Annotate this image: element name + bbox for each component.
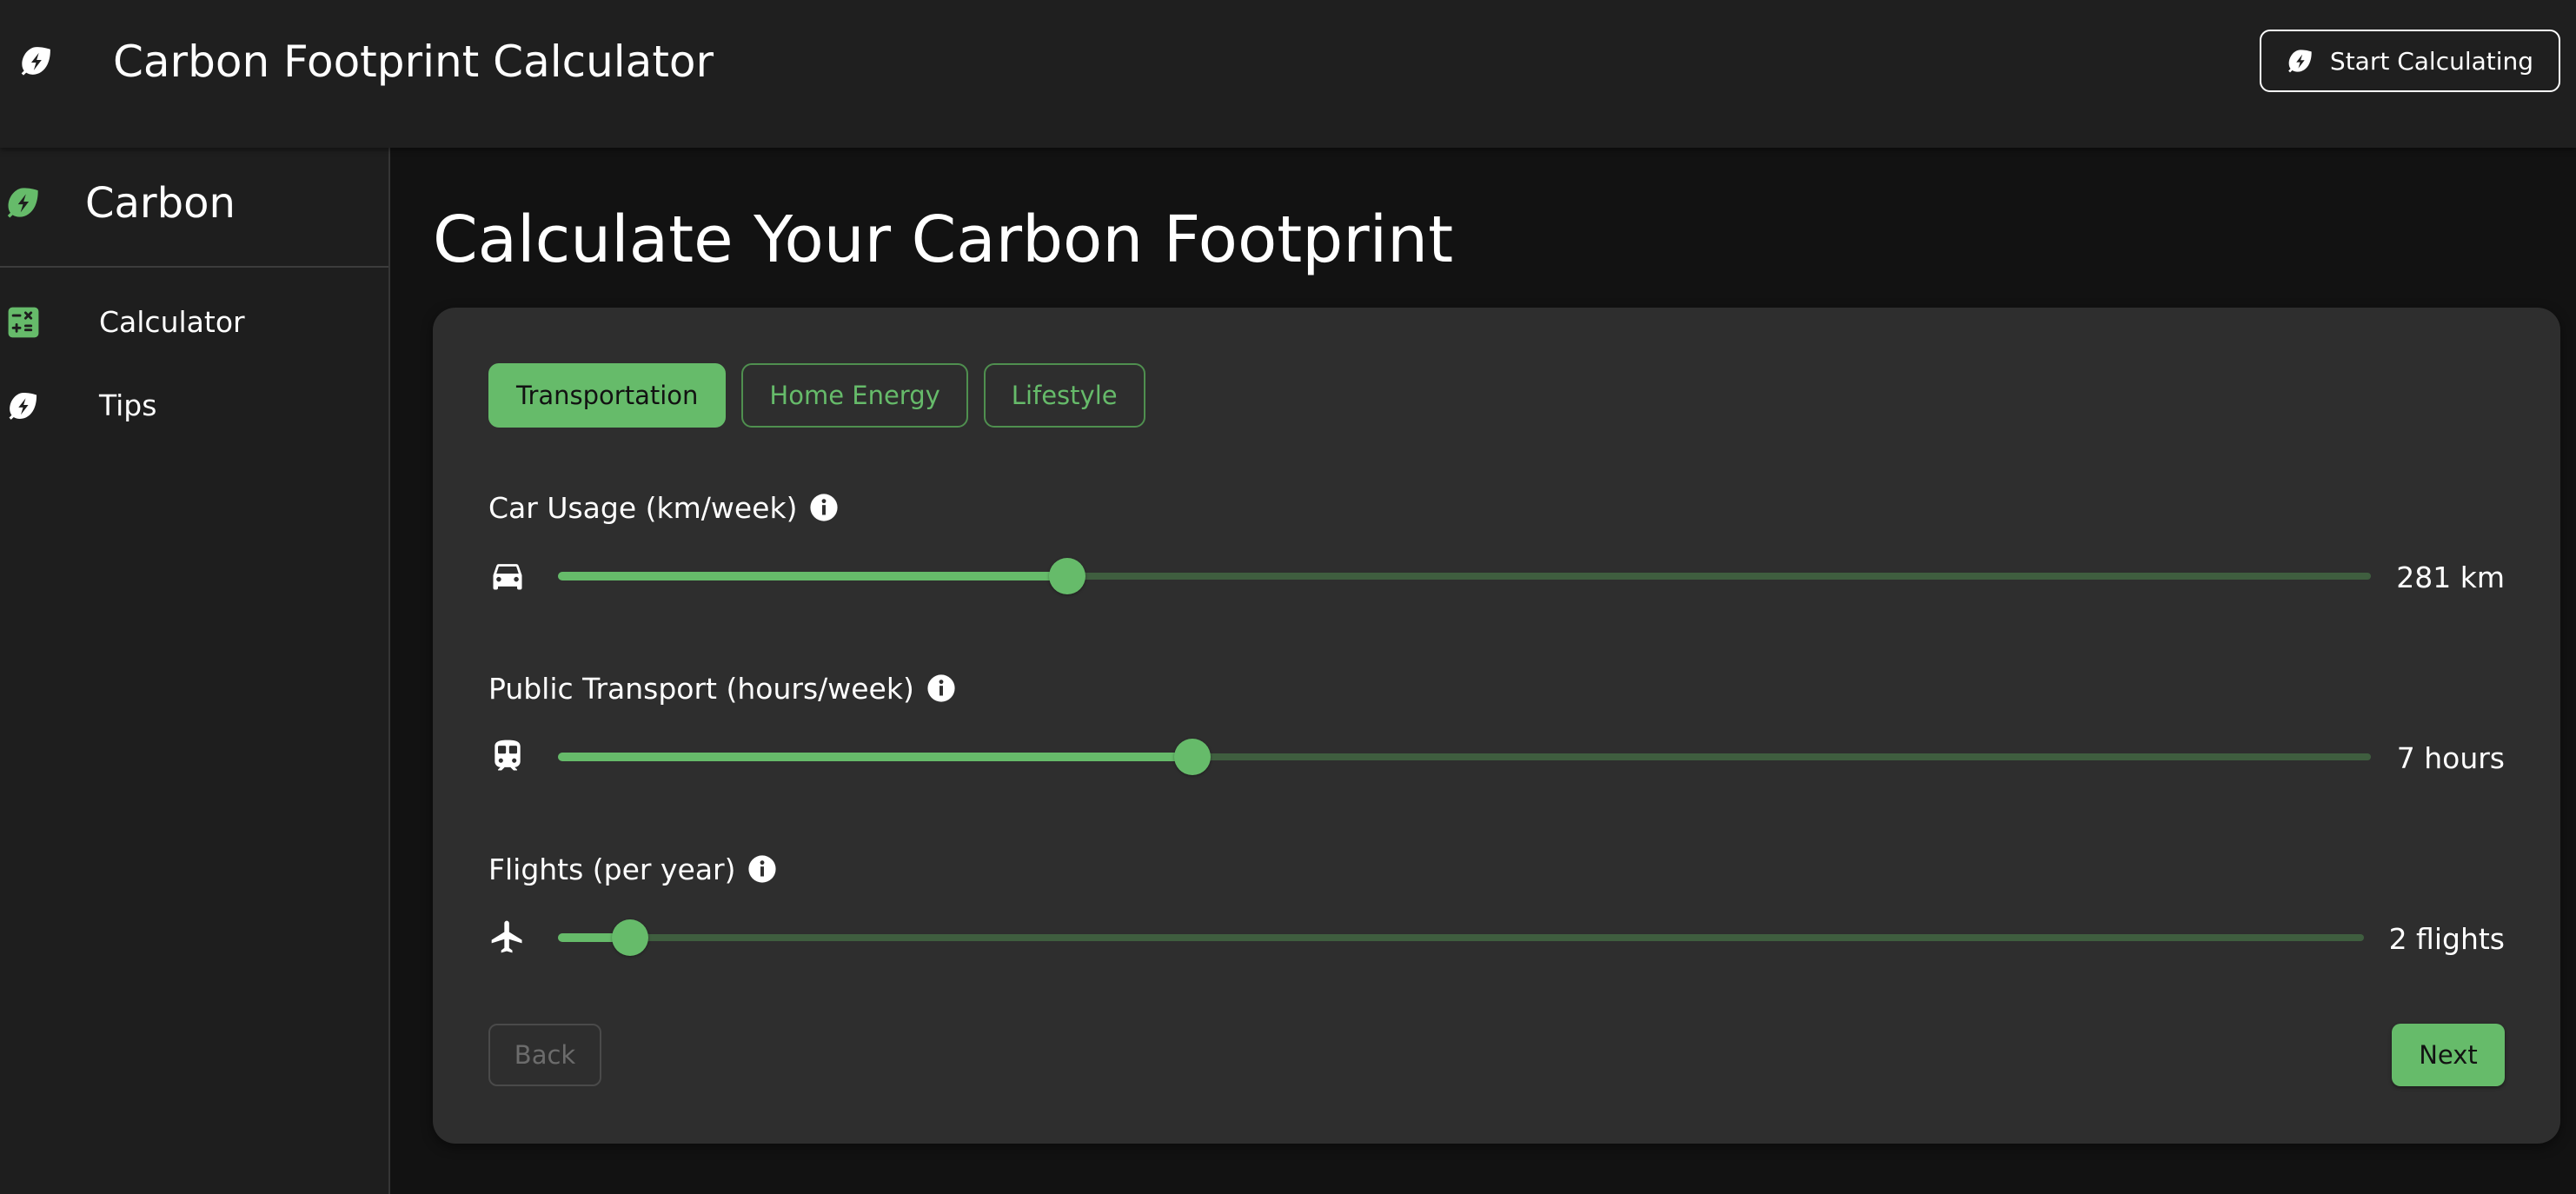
back-button[interactable]: Back — [488, 1024, 601, 1086]
eco-bolt-icon — [7, 389, 40, 422]
app-title: Carbon Footprint Calculator — [113, 36, 714, 87]
flights-label: Flights (per year) — [488, 852, 736, 886]
sidebar-item-label: Calculator — [99, 305, 245, 339]
slider-thumb[interactable] — [612, 919, 649, 956]
public-transport-value: 7 hours — [2396, 741, 2505, 775]
page-title: Calculate Your Carbon Footprint — [433, 202, 1454, 277]
public-transport-field: Public Transport (hours/week) 7 hours — [488, 667, 2505, 789]
car-icon — [488, 556, 527, 594]
calculator-card: Transportation Home Energy Lifestyle Car… — [433, 308, 2560, 1144]
car-usage-label-row: Car Usage (km/week) — [488, 487, 839, 528]
info-icon[interactable] — [809, 493, 839, 522]
sidebar-item-label: Tips — [99, 388, 157, 422]
tab-home-energy[interactable]: Home Energy — [741, 363, 968, 428]
car-usage-slider[interactable] — [558, 558, 2371, 594]
eco-bolt-icon — [5, 184, 42, 221]
flights-field: Flights (per year) 2 flights — [488, 848, 2505, 970]
car-usage-field: Car Usage (km/week) 281 km — [488, 487, 2505, 608]
calculator-icon — [7, 306, 40, 339]
sidebar-item-calculator[interactable]: Calculator — [0, 289, 388, 358]
eco-bolt-icon — [2287, 47, 2314, 75]
slider-track — [558, 572, 1068, 580]
tab-transportation[interactable]: Transportation — [488, 363, 727, 428]
sidebar: Carbon Calculator Tips — [0, 148, 390, 1194]
airplane-icon — [488, 918, 527, 956]
train-icon — [488, 737, 527, 775]
tab-lifestyle[interactable]: Lifestyle — [983, 363, 1145, 428]
flights-label-row: Flights (per year) — [488, 848, 777, 890]
car-usage-value: 281 km — [2396, 561, 2505, 594]
info-icon[interactable] — [747, 854, 777, 884]
info-icon[interactable] — [926, 673, 956, 703]
flights-slider[interactable] — [558, 919, 2364, 956]
public-transport-slider[interactable] — [558, 739, 2371, 775]
car-usage-label: Car Usage (km/week) — [488, 490, 798, 525]
sidebar-item-tips[interactable]: Tips — [0, 372, 388, 441]
slider-thumb[interactable] — [1049, 558, 1086, 594]
flights-value: 2 flights — [2388, 922, 2505, 956]
next-button[interactable]: Next — [2392, 1024, 2505, 1086]
public-transport-label: Public Transport (hours/week) — [488, 671, 914, 706]
slider-thumb[interactable] — [1174, 739, 1212, 775]
category-tabs: Transportation Home Energy Lifestyle — [488, 363, 1145, 428]
app-root: Carbon Footprint Calculator Start Calcul… — [0, 0, 2576, 1194]
slider-rail — [558, 934, 2364, 941]
sidebar-brand-label: Carbon — [85, 179, 236, 228]
slider-track — [558, 753, 1193, 761]
eco-bolt-icon — [19, 43, 54, 78]
top-app-bar: Carbon Footprint Calculator Start Calcul… — [0, 0, 2576, 148]
public-transport-label-row: Public Transport (hours/week) — [488, 667, 956, 709]
start-calculating-label: Start Calculating — [2329, 46, 2534, 76]
sidebar-brand: Carbon — [0, 148, 388, 268]
start-calculating-button[interactable]: Start Calculating — [2260, 30, 2560, 92]
